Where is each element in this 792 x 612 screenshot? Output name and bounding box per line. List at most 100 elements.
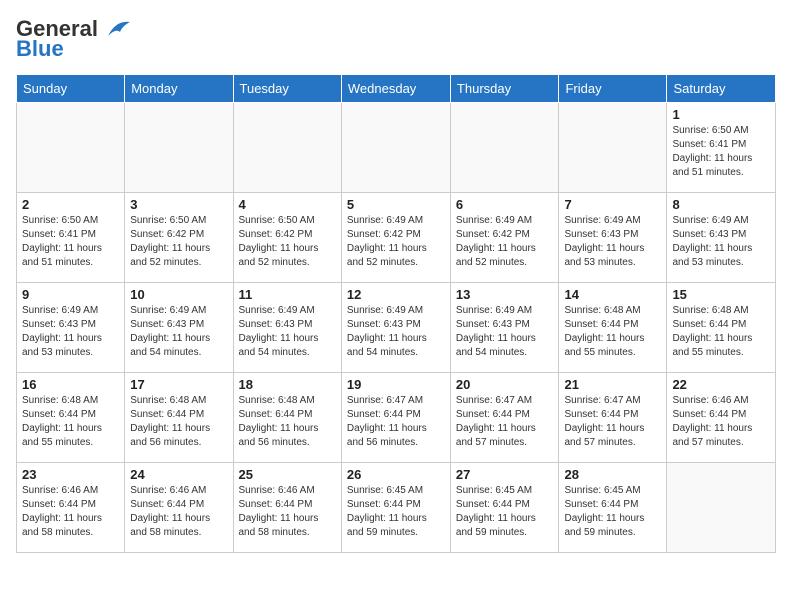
day-number: 3 xyxy=(130,197,227,212)
calendar-cell xyxy=(125,103,233,193)
day-number: 15 xyxy=(672,287,770,302)
calendar-week-row: 23 Sunrise: 6:46 AM Sunset: 6:44 PM Dayli… xyxy=(17,463,776,553)
day-number: 8 xyxy=(672,197,770,212)
day-number: 5 xyxy=(347,197,445,212)
day-number: 14 xyxy=(564,287,661,302)
day-info: Sunrise: 6:45 AM Sunset: 6:44 PM Dayligh… xyxy=(456,484,554,540)
weekday-header-sunday: Sunday xyxy=(17,75,125,103)
calendar-cell: 21 Sunrise: 6:47 AM Sunset: 6:44 PM Dayli… xyxy=(559,373,667,463)
weekday-header-thursday: Thursday xyxy=(450,75,559,103)
calendar-cell: 15 Sunrise: 6:48 AM Sunset: 6:44 PM Dayli… xyxy=(667,283,776,373)
day-info: Sunrise: 6:47 AM Sunset: 6:44 PM Dayligh… xyxy=(347,394,445,450)
calendar-cell: 16 Sunrise: 6:48 AM Sunset: 6:44 PM Dayli… xyxy=(17,373,125,463)
calendar-cell: 9 Sunrise: 6:49 AM Sunset: 6:43 PM Daylig… xyxy=(17,283,125,373)
day-info: Sunrise: 6:48 AM Sunset: 6:44 PM Dayligh… xyxy=(239,394,336,450)
day-number: 20 xyxy=(456,377,554,392)
day-number: 4 xyxy=(239,197,336,212)
calendar-cell: 28 Sunrise: 6:45 AM Sunset: 6:44 PM Dayli… xyxy=(559,463,667,553)
calendar-cell xyxy=(233,103,341,193)
day-number: 19 xyxy=(347,377,445,392)
calendar-cell xyxy=(667,463,776,553)
day-info: Sunrise: 6:49 AM Sunset: 6:43 PM Dayligh… xyxy=(347,304,445,360)
day-info: Sunrise: 6:50 AM Sunset: 6:42 PM Dayligh… xyxy=(130,214,227,270)
calendar-cell: 23 Sunrise: 6:46 AM Sunset: 6:44 PM Dayli… xyxy=(17,463,125,553)
day-number: 25 xyxy=(239,467,336,482)
day-info: Sunrise: 6:48 AM Sunset: 6:44 PM Dayligh… xyxy=(564,304,661,360)
day-number: 12 xyxy=(347,287,445,302)
calendar-cell: 20 Sunrise: 6:47 AM Sunset: 6:44 PM Dayli… xyxy=(450,373,559,463)
day-number: 11 xyxy=(239,287,336,302)
day-info: Sunrise: 6:46 AM Sunset: 6:44 PM Dayligh… xyxy=(22,484,119,540)
day-info: Sunrise: 6:49 AM Sunset: 6:43 PM Dayligh… xyxy=(564,214,661,270)
day-info: Sunrise: 6:49 AM Sunset: 6:43 PM Dayligh… xyxy=(239,304,336,360)
calendar-cell: 10 Sunrise: 6:49 AM Sunset: 6:43 PM Dayli… xyxy=(125,283,233,373)
calendar-cell: 27 Sunrise: 6:45 AM Sunset: 6:44 PM Dayli… xyxy=(450,463,559,553)
weekday-header-friday: Friday xyxy=(559,75,667,103)
day-number: 9 xyxy=(22,287,119,302)
day-info: Sunrise: 6:50 AM Sunset: 6:41 PM Dayligh… xyxy=(22,214,119,270)
day-info: Sunrise: 6:48 AM Sunset: 6:44 PM Dayligh… xyxy=(672,304,770,360)
day-number: 2 xyxy=(22,197,119,212)
day-number: 17 xyxy=(130,377,227,392)
logo-blue: Blue xyxy=(16,36,64,62)
day-info: Sunrise: 6:50 AM Sunset: 6:41 PM Dayligh… xyxy=(672,124,770,180)
calendar-cell xyxy=(559,103,667,193)
calendar-cell: 18 Sunrise: 6:48 AM Sunset: 6:44 PM Dayli… xyxy=(233,373,341,463)
day-info: Sunrise: 6:45 AM Sunset: 6:44 PM Dayligh… xyxy=(564,484,661,540)
day-info: Sunrise: 6:49 AM Sunset: 6:42 PM Dayligh… xyxy=(347,214,445,270)
day-info: Sunrise: 6:46 AM Sunset: 6:44 PM Dayligh… xyxy=(130,484,227,540)
calendar-cell: 6Sunrise: 6:49 AM Sunset: 6:42 PM Daylig… xyxy=(450,193,559,283)
calendar-cell: 24 Sunrise: 6:46 AM Sunset: 6:44 PM Dayli… xyxy=(125,463,233,553)
logo: General Blue xyxy=(16,16,132,62)
day-number: 7 xyxy=(564,197,661,212)
day-info: Sunrise: 6:45 AM Sunset: 6:44 PM Dayligh… xyxy=(347,484,445,540)
calendar-cell: 11 Sunrise: 6:49 AM Sunset: 6:43 PM Dayli… xyxy=(233,283,341,373)
day-info: Sunrise: 6:48 AM Sunset: 6:44 PM Dayligh… xyxy=(130,394,227,450)
day-number: 23 xyxy=(22,467,119,482)
day-number: 28 xyxy=(564,467,661,482)
calendar-cell: 4 Sunrise: 6:50 AM Sunset: 6:42 PM Daylig… xyxy=(233,193,341,283)
day-number: 16 xyxy=(22,377,119,392)
calendar-cell xyxy=(17,103,125,193)
calendar-cell: 17 Sunrise: 6:48 AM Sunset: 6:44 PM Dayli… xyxy=(125,373,233,463)
calendar-week-row: 9 Sunrise: 6:49 AM Sunset: 6:43 PM Daylig… xyxy=(17,283,776,373)
calendar-cell: 7 Sunrise: 6:49 AM Sunset: 6:43 PM Daylig… xyxy=(559,193,667,283)
calendar-cell: 3 Sunrise: 6:50 AM Sunset: 6:42 PM Daylig… xyxy=(125,193,233,283)
day-number: 6 xyxy=(456,197,554,212)
calendar-cell: 2 Sunrise: 6:50 AM Sunset: 6:41 PM Daylig… xyxy=(17,193,125,283)
weekday-header-wednesday: Wednesday xyxy=(341,75,450,103)
day-number: 27 xyxy=(456,467,554,482)
day-info: Sunrise: 6:49 AM Sunset: 6:43 PM Dayligh… xyxy=(130,304,227,360)
calendar-week-row: 2 Sunrise: 6:50 AM Sunset: 6:41 PM Daylig… xyxy=(17,193,776,283)
day-number: 10 xyxy=(130,287,227,302)
calendar-cell xyxy=(341,103,450,193)
calendar-table: SundayMondayTuesdayWednesdayThursdayFrid… xyxy=(16,74,776,553)
day-info: Sunrise: 6:48 AM Sunset: 6:44 PM Dayligh… xyxy=(22,394,119,450)
calendar-cell: 22 Sunrise: 6:46 AM Sunset: 6:44 PM Dayli… xyxy=(667,373,776,463)
day-number: 1 xyxy=(672,107,770,122)
day-info: Sunrise: 6:49 AM Sunset: 6:43 PM Dayligh… xyxy=(456,304,554,360)
calendar-cell xyxy=(450,103,559,193)
weekday-header-saturday: Saturday xyxy=(667,75,776,103)
calendar-cell: 13 Sunrise: 6:49 AM Sunset: 6:43 PM Dayli… xyxy=(450,283,559,373)
day-info: Sunrise: 6:46 AM Sunset: 6:44 PM Dayligh… xyxy=(672,394,770,450)
calendar-cell: 1 Sunrise: 6:50 AM Sunset: 6:41 PM Daylig… xyxy=(667,103,776,193)
day-info: Sunrise: 6:47 AM Sunset: 6:44 PM Dayligh… xyxy=(564,394,661,450)
day-info: Sunrise: 6:49 AM Sunset: 6:43 PM Dayligh… xyxy=(672,214,770,270)
day-number: 22 xyxy=(672,377,770,392)
day-info: Sunrise: 6:50 AM Sunset: 6:42 PM Dayligh… xyxy=(239,214,336,270)
page-header: General Blue xyxy=(16,16,776,62)
calendar-cell: 26Sunrise: 6:45 AM Sunset: 6:44 PM Dayli… xyxy=(341,463,450,553)
day-number: 24 xyxy=(130,467,227,482)
day-number: 13 xyxy=(456,287,554,302)
day-info: Sunrise: 6:47 AM Sunset: 6:44 PM Dayligh… xyxy=(456,394,554,450)
day-info: Sunrise: 6:46 AM Sunset: 6:44 PM Dayligh… xyxy=(239,484,336,540)
calendar-cell: 8 Sunrise: 6:49 AM Sunset: 6:43 PM Daylig… xyxy=(667,193,776,283)
day-number: 18 xyxy=(239,377,336,392)
day-number: 21 xyxy=(564,377,661,392)
calendar-cell: 5 Sunrise: 6:49 AM Sunset: 6:42 PM Daylig… xyxy=(341,193,450,283)
weekday-header-row: SundayMondayTuesdayWednesdayThursdayFrid… xyxy=(17,75,776,103)
calendar-week-row: 16 Sunrise: 6:48 AM Sunset: 6:44 PM Dayli… xyxy=(17,373,776,463)
day-info: Sunrise: 6:49 AM Sunset: 6:43 PM Dayligh… xyxy=(22,304,119,360)
calendar-cell: 12 Sunrise: 6:49 AM Sunset: 6:43 PM Dayli… xyxy=(341,283,450,373)
